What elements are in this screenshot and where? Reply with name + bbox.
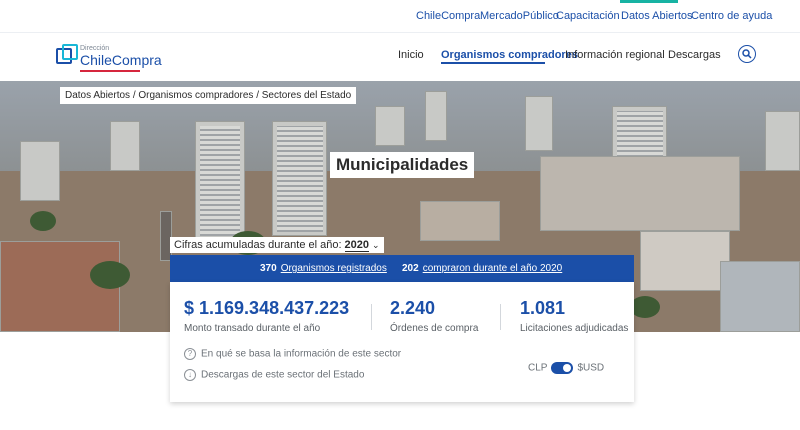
topbar-link-datos-abiertos[interactable]: Datos Abiertos bbox=[621, 10, 693, 22]
nav-item-informacion-regional[interactable]: Información regional bbox=[565, 49, 665, 61]
logo-red-line bbox=[80, 70, 140, 72]
registered-link[interactable]: Organismos registrados bbox=[281, 263, 387, 274]
currency-toggle[interactable]: CLP $USD bbox=[528, 362, 604, 374]
currency-switch[interactable] bbox=[551, 362, 574, 374]
breadcrumb[interactable]: Datos Abiertos / Organismos compradores … bbox=[60, 87, 357, 104]
stat-divider bbox=[500, 304, 501, 330]
stat-ordenes-value: 2.240 bbox=[390, 298, 436, 318]
stat-licitaciones-label: Licitaciones adjudicadas bbox=[520, 323, 629, 334]
switch-knob bbox=[563, 364, 572, 372]
bought-summary: 202 compraron durante el año 2020 bbox=[402, 263, 562, 274]
question-icon: ? bbox=[184, 348, 196, 360]
logo-subtitle: Dirección bbox=[80, 45, 110, 52]
chilecompra-logo[interactable]: Dirección ChileCompra bbox=[56, 44, 162, 74]
stats-card: $ 1.169.348.437.223 Monto transado duran… bbox=[170, 282, 634, 402]
topbar-link-capacitacion[interactable]: Capacitación bbox=[556, 10, 620, 22]
currency-right-label: $USD bbox=[577, 362, 605, 374]
year-selector-label: Cifras acumuladas durante el año: bbox=[174, 239, 342, 251]
info-link[interactable]: ? En qué se basa la información de este s… bbox=[184, 348, 401, 360]
nav-item-inicio[interactable]: Inicio bbox=[398, 49, 424, 61]
bought-link[interactable]: compraron durante el año 2020 bbox=[423, 263, 563, 274]
stat-monto-value: $ 1.169.348.437.223 bbox=[184, 298, 350, 318]
top-utility-bar: ChileCompra MercadoPúblico Capacitación … bbox=[0, 0, 800, 32]
logo-wordmark: ChileCompra bbox=[80, 52, 162, 68]
stat-monto: $ 1.169.348.437.223 Monto transado duran… bbox=[184, 298, 349, 334]
registered-summary: 370 Organismos registrados bbox=[260, 263, 387, 274]
nav-item-descargas[interactable]: Descargas bbox=[668, 49, 721, 61]
topbar-active-indicator bbox=[620, 0, 678, 3]
topbar-link-chilecompra[interactable]: ChileCompra bbox=[416, 10, 480, 22]
topbar-link-mercadopublico[interactable]: MercadoPúblico bbox=[480, 10, 559, 22]
summary-bar: 370 Organismos registrados 202 compraron d… bbox=[170, 255, 634, 282]
search-icon bbox=[742, 49, 752, 59]
main-header: Dirección ChileCompra Inicio Organismos … bbox=[0, 32, 800, 81]
stat-monto-label: Monto transado durante el año bbox=[184, 323, 321, 334]
page-title: Municipalidades bbox=[330, 152, 475, 178]
currency-left-label: CLP bbox=[528, 362, 548, 374]
stat-licitaciones: 1.081 Licitaciones adjudicadas bbox=[520, 298, 628, 334]
bought-count: 202 bbox=[402, 263, 419, 274]
year-selector[interactable]: Cifras acumuladas durante el año: 2020 ⌄ bbox=[170, 237, 384, 253]
stat-licitaciones-value: 1.081 bbox=[520, 298, 566, 318]
info-link-label: En qué se basa la información de este se… bbox=[201, 348, 402, 360]
search-button[interactable] bbox=[738, 45, 756, 63]
nav-item-organismos-compradores[interactable]: Organismos compradores bbox=[441, 49, 578, 61]
downloads-link[interactable]: ↓ Descargas de este sector del Estado bbox=[184, 369, 364, 381]
registered-count: 370 bbox=[260, 263, 277, 274]
downloads-link-label: Descargas de este sector del Estado bbox=[201, 369, 365, 381]
stat-divider bbox=[371, 304, 372, 330]
stat-ordenes-label: Órdenes de compra bbox=[390, 323, 479, 334]
topbar-link-centro-ayuda[interactable]: Centro de ayuda bbox=[691, 10, 772, 22]
download-icon: ↓ bbox=[184, 369, 196, 381]
stat-ordenes: 2.240 Órdenes de compra bbox=[390, 298, 478, 334]
year-selector-value[interactable]: 2020 bbox=[344, 239, 370, 252]
chevron-down-icon[interactable]: ⌄ bbox=[372, 240, 380, 250]
nav-active-underline bbox=[441, 62, 545, 64]
logo-square-outline-icon bbox=[62, 44, 78, 60]
